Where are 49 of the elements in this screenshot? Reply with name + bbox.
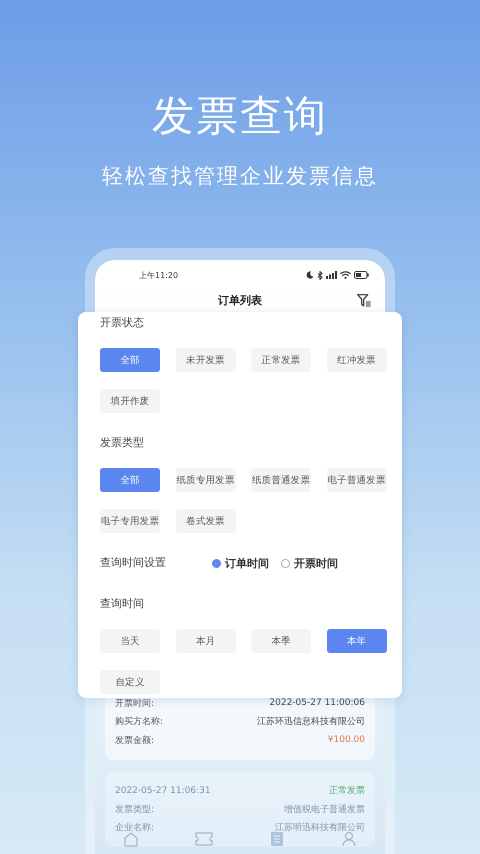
radio-icon[interactable] [281, 558, 290, 568]
headline-subtitle: 轻松查找管理企业发票信息 [102, 163, 378, 190]
signal-icon [326, 271, 337, 279]
filter-chip[interactable]: 电子普通发票 [326, 468, 386, 492]
person-icon[interactable] [341, 831, 357, 847]
field-label: 企业名称: [115, 822, 154, 834]
section-label: 查询时间 [100, 596, 145, 612]
headline-title: 发票查询 [152, 90, 328, 142]
section-label: 开票状态 [100, 315, 145, 331]
filter-chip[interactable]: 本季 [251, 629, 311, 653]
filter-chip[interactable]: 电子专用发票 [100, 509, 160, 533]
filter-chip[interactable]: 本月 [176, 629, 236, 653]
filter-chip[interactable]: 红冲发票 [326, 348, 386, 372]
filter-chip[interactable]: 纸质普通发票 [251, 468, 311, 492]
section-label: 发票类型 [100, 435, 145, 451]
field-value: 2022-05-27 11:00:06 [269, 698, 365, 708]
field-label: 开票时间: [115, 698, 154, 710]
filter-chip[interactable]: 未开发票 [176, 348, 236, 372]
filter-icon[interactable] [357, 294, 371, 306]
wifi-icon [340, 271, 351, 279]
radio-label: 订单时间 [225, 556, 269, 570]
battery-icon [354, 271, 369, 279]
screen-title: 订单列表 [218, 292, 262, 308]
invoice-date: 2022-05-27 11:06:31 [115, 786, 211, 796]
home-icon[interactable] [123, 831, 139, 847]
radio-option[interactable]: 订单时间 [212, 556, 269, 570]
radio-icon[interactable] [212, 558, 221, 568]
field-label: 购买方名称: [115, 716, 164, 728]
ticket-icon[interactable] [195, 831, 213, 847]
filter-chip[interactable]: 填开作废 [100, 389, 160, 413]
field-label: 发票金额: [115, 734, 154, 747]
filter-chip[interactable]: 纸质专用发票 [176, 468, 236, 492]
status-time: 上午11:20 [139, 270, 178, 280]
field-value: ¥100.00 [328, 735, 365, 746]
invoice-status: 正常发票 [329, 784, 365, 798]
bluetooth-icon [317, 270, 323, 280]
moon-icon [306, 271, 314, 279]
radio-label: 开票时间 [294, 556, 338, 570]
document-icon[interactable] [269, 831, 285, 847]
filter-chip[interactable]: 卷式发票 [176, 509, 236, 533]
filter-chip[interactable]: 当天 [100, 629, 160, 653]
radio-option[interactable]: 开票时间 [281, 556, 338, 570]
field-value: 江苏明迅科技有限公司 [275, 822, 365, 834]
filter-chip[interactable]: 正常发票 [251, 348, 311, 372]
section-label: 查询时间设置 [100, 555, 166, 571]
field-label: 发票类型: [115, 804, 154, 816]
filter-chip[interactable]: 自定义 [100, 670, 160, 694]
field-value: 增值税电子普通发票 [284, 803, 365, 816]
field-value: 江苏环迅信息科技有限公司 [257, 716, 365, 728]
